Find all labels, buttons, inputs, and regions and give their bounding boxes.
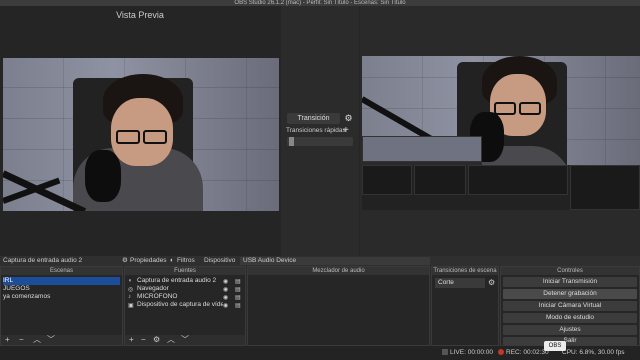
scene-item[interactable]: ya comenzamos (3, 293, 120, 301)
settings-button[interactable]: Ajustes (503, 325, 637, 335)
eye-icon[interactable]: ◉ (223, 286, 229, 293)
dock-tooltip: OBS (544, 341, 566, 351)
add-source-icon[interactable]: + (129, 335, 134, 345)
scenes-footer: + − ︿ ﹀ (1, 335, 122, 345)
globe-icon: ◎ (128, 287, 134, 293)
lock-icon[interactable]: ▤ (235, 294, 241, 301)
source-settings-icon[interactable]: ⚙ (153, 335, 160, 345)
microphone-icon: ♪ (128, 294, 131, 300)
rec-indicator-icon (498, 349, 504, 356)
transition-button[interactable]: Transición (287, 113, 340, 124)
gear-icon[interactable]: ⚙ (488, 278, 495, 287)
source-item[interactable]: Captura de entrada audio 2 (137, 277, 223, 285)
sources-title: Fuentes (125, 267, 245, 275)
filters-button[interactable]: Filtros (177, 257, 195, 265)
add-quick-transition-icon[interactable]: + (343, 125, 349, 136)
scenes-title: Escenas (1, 267, 122, 275)
filter-icon[interactable]: ◐ (170, 257, 174, 265)
eye-icon[interactable]: ◉ (223, 294, 229, 301)
scene-transitions-title: Transiciones de escena (432, 267, 498, 275)
gear-icon[interactable]: ⚙ (122, 257, 128, 265)
scene-item[interactable]: JUEGOS (3, 285, 120, 293)
rec-status: REC: 00:02:30 (506, 349, 549, 356)
speaker-icon: ◖ (128, 278, 132, 284)
camera-icon: ▣ (128, 303, 134, 309)
cpu-status: CPU: 6.8%, 30.00 fps (562, 349, 625, 356)
start-virtual-camera-button[interactable]: Iniciar Cámara Virtual (503, 301, 637, 311)
selected-source-name: Captura de entrada audio 2 (3, 257, 83, 264)
exit-button[interactable]: Salir (503, 337, 637, 345)
transition-slider[interactable] (287, 137, 353, 146)
eye-icon[interactable]: ◉ (223, 302, 229, 309)
move-down-icon[interactable]: ﹀ (181, 335, 189, 345)
studio-mode-button[interactable]: Modo de estudio (503, 313, 637, 323)
source-toolbar: Captura de entrada audio 2 ⚙ Propiedades… (0, 256, 640, 266)
gear-icon[interactable]: ⚙ (343, 113, 354, 124)
audio-mixer-dock: Mezclador de audio (247, 266, 430, 346)
scene-transitions-dock: Transiciones de escena Corte ⚙ (431, 266, 499, 346)
quick-transitions-label: Transiciones rápidas (286, 127, 346, 134)
device-select[interactable]: USB Audio Device (240, 257, 430, 265)
source-item[interactable]: Navegador (137, 285, 223, 293)
sources-dock: Fuentes Captura de entrada audio 2 Naveg… (124, 266, 246, 346)
live-status: LIVE: 00:00:00 (450, 349, 494, 356)
move-down-icon[interactable]: ﹀ (47, 335, 55, 345)
transition-select[interactable]: Corte (435, 278, 485, 288)
stop-recording-button[interactable]: Detener grabación (503, 289, 637, 299)
start-streaming-button[interactable]: Iniciar Transmisión (503, 277, 637, 287)
scene-item[interactable]: IRL (3, 277, 120, 285)
source-item[interactable]: MICROFONO (137, 293, 223, 301)
device-label: Dispositivo (204, 257, 236, 264)
sources-footer: + − ⚙ ︿ ﹀ (125, 335, 245, 345)
move-up-icon[interactable]: ︿ (33, 335, 41, 345)
mixer-title: Mezclador de audio (248, 267, 429, 275)
remove-source-icon[interactable]: − (141, 335, 146, 345)
lock-icon[interactable]: ▤ (235, 278, 241, 285)
source-item[interactable]: Dispositivo de captura de víde (137, 301, 223, 309)
move-up-icon[interactable]: ︿ (167, 335, 175, 345)
properties-button[interactable]: Propiedades (130, 257, 167, 265)
transition-slider-handle[interactable] (289, 137, 294, 146)
lock-icon[interactable]: ▤ (235, 302, 241, 309)
lock-icon[interactable]: ▤ (235, 286, 241, 293)
live-indicator-icon (442, 349, 448, 356)
eye-icon[interactable]: ◉ (223, 278, 229, 285)
main-preview-canvas[interactable] (3, 58, 279, 211)
scenes-dock: Escenas IRL JUEGOS ya comenzamos + − ︿ ﹀ (0, 266, 123, 346)
remove-scene-icon[interactable]: − (19, 335, 24, 345)
add-scene-icon[interactable]: + (5, 335, 10, 345)
preview-label: Vista Previa (116, 10, 164, 20)
controls-title: Controles (501, 267, 639, 275)
program-mini-ui (362, 165, 640, 210)
